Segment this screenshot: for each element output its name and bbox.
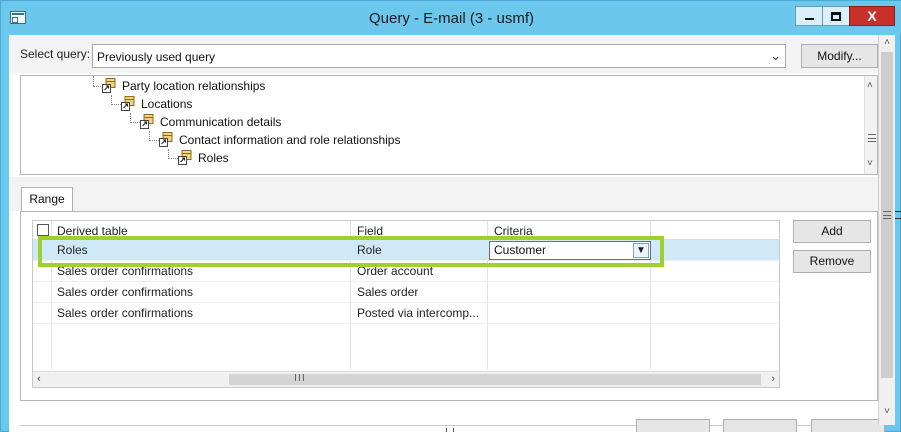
close-icon: X bbox=[867, 8, 877, 24]
footer-button[interactable] bbox=[811, 419, 885, 432]
modify-button[interactable]: Modify... bbox=[801, 44, 878, 68]
maximize-icon bbox=[831, 12, 841, 22]
scroll-grip-icon bbox=[883, 211, 891, 219]
scroll-up-icon[interactable]: ˄ bbox=[867, 80, 873, 91]
cell-derived-table: Sales order confirmations bbox=[57, 285, 194, 299]
tree-node-label: Roles bbox=[198, 151, 229, 165]
title-bar[interactable]: Query - E-mail (3 - usmf) X bbox=[1, 1, 901, 35]
grid-horizontal-scrollbar[interactable]: ‹ › bbox=[33, 371, 779, 387]
footer-button[interactable] bbox=[723, 419, 797, 432]
add-button[interactable]: Add bbox=[793, 220, 871, 243]
footer-button[interactable] bbox=[636, 419, 710, 432]
table-join-icon bbox=[102, 78, 118, 93]
table-row[interactable]: Sales order confirmations Sales order bbox=[33, 282, 779, 303]
scroll-thumb[interactable] bbox=[229, 374, 761, 385]
tree-node-label: Party location relationships bbox=[122, 79, 266, 93]
minimize-icon bbox=[804, 17, 814, 20]
cell-field: Sales order bbox=[357, 285, 419, 299]
tree-scrollbar[interactable]: ˄ ˅ bbox=[864, 76, 877, 174]
table-join-icon bbox=[140, 114, 156, 129]
table-join-icon bbox=[178, 150, 194, 165]
tab-range[interactable]: Range bbox=[21, 187, 73, 212]
resize-grip-icon[interactable] bbox=[446, 428, 454, 432]
tab-strip bbox=[9, 177, 878, 211]
tree-node-contact-information[interactable]: Contact information and role relationshi… bbox=[159, 131, 401, 149]
tree-node-communication-details[interactable]: Communication details bbox=[140, 113, 282, 131]
cell-field: Posted via intercomp... bbox=[357, 306, 480, 320]
tree-connector bbox=[130, 122, 140, 123]
tree-connector bbox=[149, 140, 159, 141]
select-query-value: Previously used query bbox=[97, 50, 216, 64]
maximize-button[interactable] bbox=[822, 6, 850, 26]
close-button[interactable]: X bbox=[849, 6, 895, 26]
tree-connector bbox=[93, 76, 94, 86]
tree-connector bbox=[168, 158, 178, 159]
scroll-left-icon[interactable]: ‹ bbox=[37, 373, 41, 385]
query-window: Query - E-mail (3 - usmf) X Select query… bbox=[0, 0, 901, 432]
tree-connector bbox=[111, 104, 121, 105]
tree-node-party-location-relationships[interactable]: Party location relationships bbox=[102, 77, 266, 95]
table-join-icon bbox=[159, 132, 175, 147]
tree-node-label: Locations bbox=[141, 97, 193, 111]
minimize-button[interactable] bbox=[795, 6, 823, 26]
scroll-down-icon[interactable]: ˅ bbox=[867, 158, 873, 169]
dialog-vertical-scrollbar[interactable]: ˄ ˅ bbox=[878, 35, 895, 425]
tree-node-roles[interactable]: Roles bbox=[178, 149, 229, 167]
scroll-right-icon[interactable]: › bbox=[771, 373, 775, 385]
tree-node-locations[interactable]: Locations bbox=[121, 95, 193, 113]
window-edge-grip-icon[interactable] bbox=[895, 211, 901, 219]
table-row[interactable]: Sales order confirmations Posted via int… bbox=[33, 303, 779, 324]
select-all-checkbox[interactable] bbox=[37, 224, 49, 236]
select-query-dropdown[interactable]: Previously used query ⌄ bbox=[92, 44, 786, 68]
remove-button[interactable]: Remove bbox=[793, 250, 871, 273]
selected-row-highlight bbox=[38, 236, 664, 267]
cell-derived-table: Sales order confirmations bbox=[57, 306, 194, 320]
chevron-down-icon: ⌄ bbox=[770, 48, 781, 63]
table-join-icon bbox=[121, 96, 137, 111]
window-title: Query - E-mail (3 - usmf) bbox=[368, 10, 534, 27]
tree-node-label: Communication details bbox=[160, 115, 282, 129]
scroll-grip-icon bbox=[295, 374, 304, 381]
scroll-down-icon[interactable]: ˅ bbox=[882, 407, 892, 417]
scroll-grip-icon bbox=[868, 134, 876, 142]
scroll-up-icon[interactable]: ˄ bbox=[882, 38, 892, 48]
datasource-tree: Party location relationships Locations C… bbox=[20, 75, 878, 175]
tree-node-label: Contact information and role relationshi… bbox=[179, 133, 401, 147]
select-query-label: Select query: bbox=[20, 47, 91, 61]
